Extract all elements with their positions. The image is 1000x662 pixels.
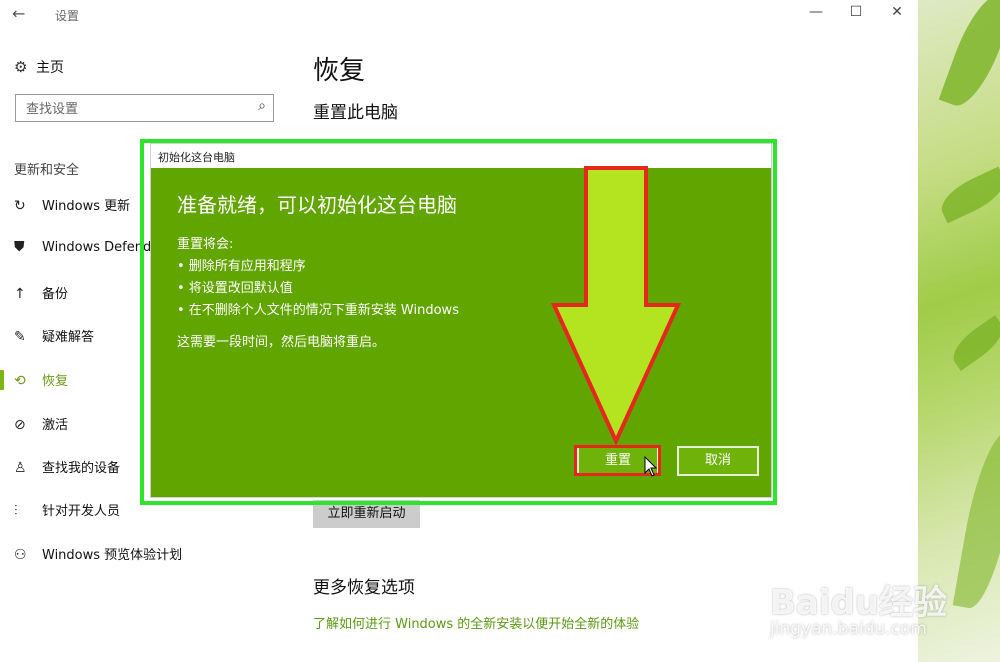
sidebar-section-label: 更新和安全: [14, 163, 80, 178]
back-arrow-icon[interactable]: ←: [12, 4, 25, 23]
window-titlebar: ← 设置 — ☐ ✕: [0, 0, 918, 30]
person-icon: ♙: [14, 460, 27, 476]
down-arrow-annotation: [550, 166, 682, 446]
dialog-title: 初始化这台电脑: [158, 151, 235, 164]
sidebar-item-find-my-device[interactable]: ♙ 查找我的设备: [14, 457, 120, 476]
dialog-heading: 准备就绪，可以初始化这台电脑: [177, 193, 457, 217]
cancel-button[interactable]: 取消: [677, 446, 759, 476]
dialog-intro: 重置将会:: [177, 237, 234, 252]
sidebar-home[interactable]: ⚙ 主页: [14, 57, 64, 77]
developer-tools-icon: ⫶: [14, 503, 18, 519]
clean-install-link[interactable]: 了解如何进行 Windows 的全新安装以便开始全新的体验: [313, 613, 639, 632]
search-icon[interactable]: ⌕: [258, 98, 266, 114]
close-button[interactable]: ✕: [887, 4, 907, 20]
sidebar-item-label: 查找我的设备: [42, 461, 121, 476]
dialog-note: 这需要一段时间，然后电脑将重启。: [177, 335, 386, 350]
search-box[interactable]: ⌕: [15, 94, 274, 122]
dialog-bullet: • 删除所有应用和程序: [177, 259, 306, 274]
baidu-watermark: Baidu经验 jingyan.baidu.com: [770, 555, 970, 655]
sidebar-item-for-developers[interactable]: ⫶ 针对开发人员: [14, 500, 120, 519]
sidebar-item-label: Windows 预览体验计划: [42, 548, 183, 563]
leaf-decoration: [938, 0, 1000, 114]
sidebar-home-label: 主页: [36, 60, 64, 76]
shield-icon: ⛊: [14, 239, 25, 255]
sidebar-item-recovery[interactable]: ⟲ 恢复: [14, 370, 68, 389]
wrench-icon: ✎: [14, 329, 26, 345]
sidebar-item-backup[interactable]: ↑ 备份: [14, 283, 68, 302]
check-circle-icon: ⊘: [14, 417, 26, 433]
active-indicator: [0, 370, 4, 390]
more-options-title: 更多恢复选项: [313, 578, 415, 598]
window-title: 设置: [55, 9, 80, 23]
page-title: 恢复: [313, 56, 366, 86]
minimize-button[interactable]: —: [806, 4, 826, 20]
sidebar-item-activation[interactable]: ⊘ 激活: [14, 414, 68, 433]
sidebar-item-troubleshoot[interactable]: ✎ 疑难解答: [14, 326, 94, 345]
leaf-decoration: [934, 166, 1000, 224]
dialog-bullet: • 在不删除个人文件的情况下重新安装 Windows: [177, 303, 459, 318]
sidebar-item-label: Windows 更新: [42, 199, 131, 214]
sidebar-item-windows-update[interactable]: ↻ Windows 更新: [14, 195, 130, 214]
sidebar-item-label: 疑难解答: [42, 330, 95, 345]
arrow-shape: [550, 166, 682, 446]
sidebar-item-label: 激活: [42, 418, 69, 433]
search-input[interactable]: [24, 96, 248, 122]
history-icon: ⟲: [14, 373, 26, 389]
mouse-cursor-icon: [644, 456, 658, 477]
watermark-url: jingyan.baidu.com: [770, 619, 927, 639]
insider-icon: ⚇: [14, 547, 27, 563]
watermark-brand: Baidu经验: [770, 583, 948, 623]
refresh-icon: ↻: [14, 198, 26, 214]
sidebar-item-insider-program[interactable]: ⚇ Windows 预览体验计划: [14, 544, 182, 563]
section-reset-title: 重置此电脑: [313, 103, 398, 123]
sidebar-item-label: 备份: [42, 287, 69, 302]
leaf-decoration: [945, 315, 1000, 371]
sidebar-item-label: 恢复: [42, 374, 69, 389]
backup-arrow-icon: ↑: [14, 286, 26, 302]
dialog-bullet: • 将设置改回默认值: [177, 281, 293, 296]
gear-icon: ⚙: [14, 58, 28, 76]
maximize-button[interactable]: ☐: [846, 4, 866, 20]
sidebar-item-label: 针对开发人员: [42, 504, 121, 519]
